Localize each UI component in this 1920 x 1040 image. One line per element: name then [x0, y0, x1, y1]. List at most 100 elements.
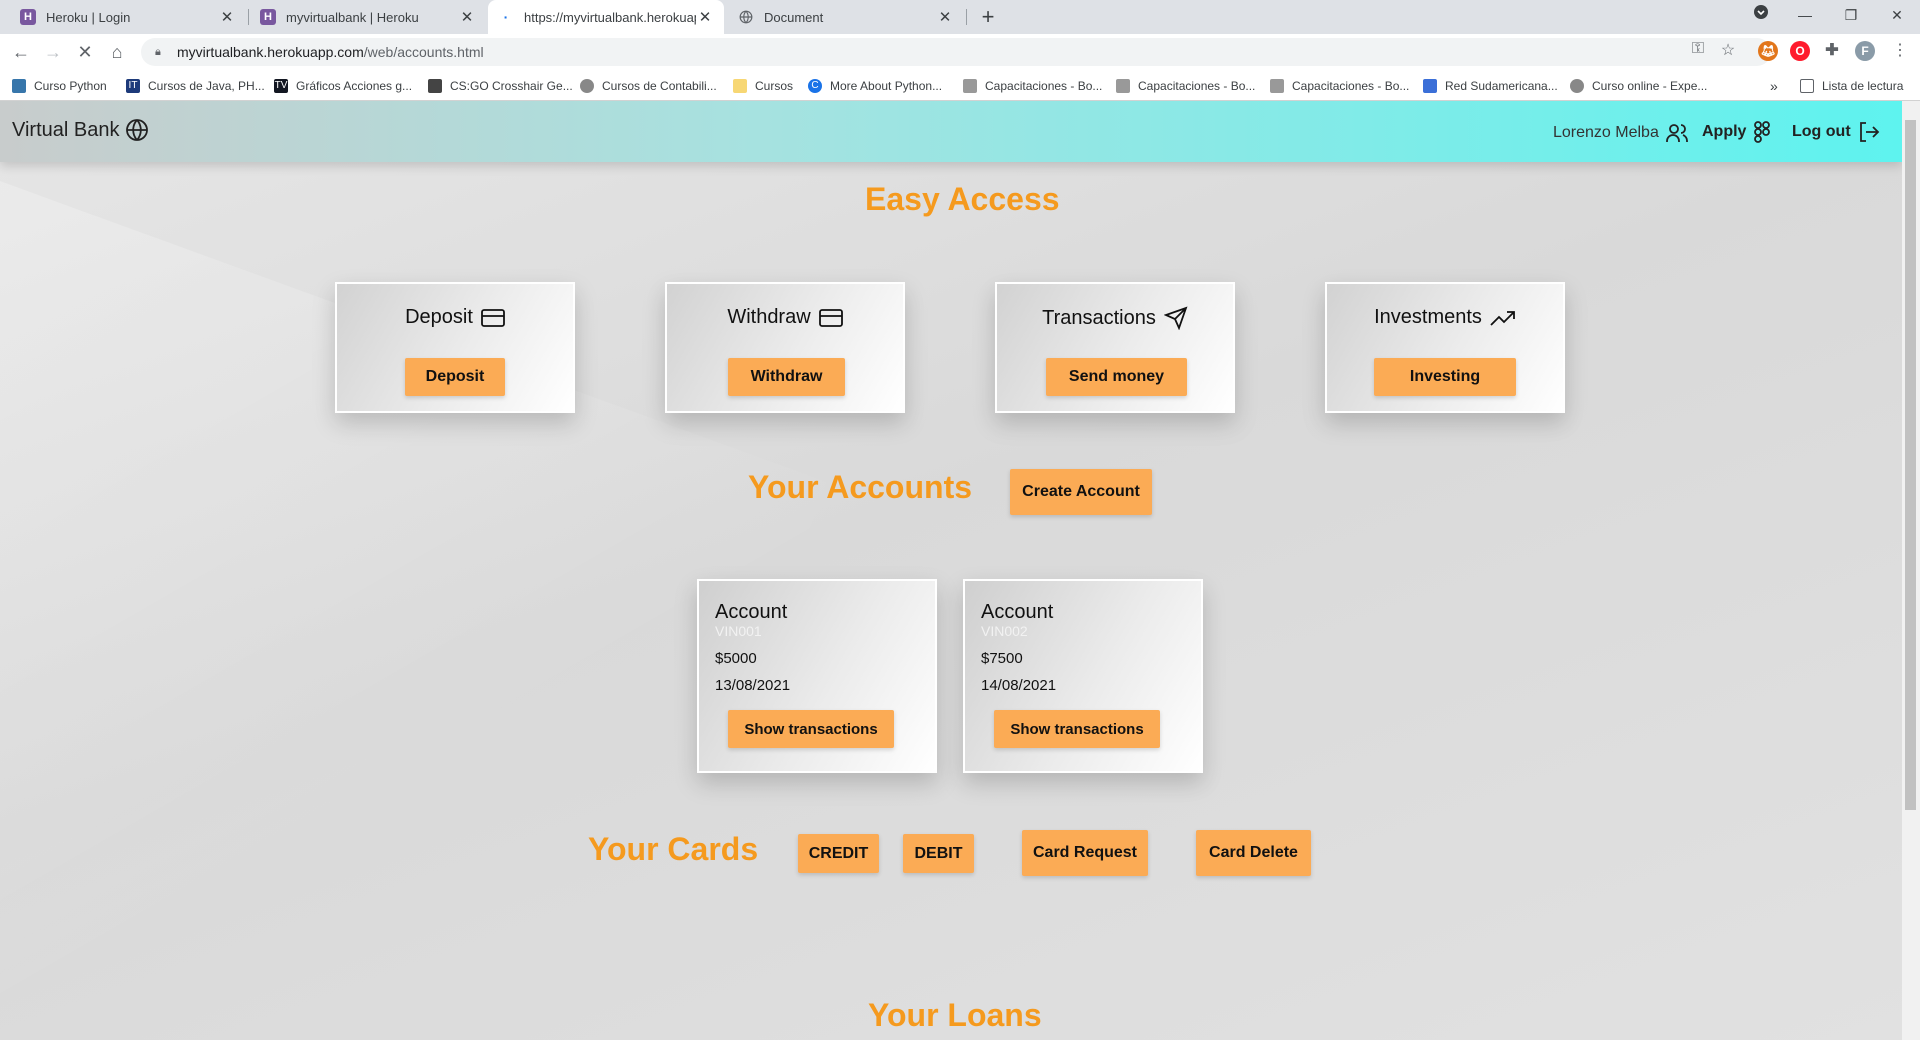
send-icon — [1163, 306, 1188, 330]
card-title-text: Investments — [1374, 306, 1482, 328]
tab-active-app[interactable]: · https://myvirtualbank.herokuapp ✕ — [488, 0, 724, 34]
bookmark-item[interactable]: Cursos de Contabili... — [580, 76, 717, 96]
brand[interactable]: Virtual Bank — [12, 118, 149, 142]
credit-button[interactable]: CREDIT — [798, 834, 879, 873]
menu-kebab-icon[interactable]: ⋮ — [1888, 40, 1912, 60]
tab-document[interactable]: Document ✕ — [728, 0, 964, 34]
bookmark-item[interactable]: Curso online - Expe... — [1570, 76, 1707, 96]
browser-window: H Heroku | Login ✕ H myvirtualbank | Her… — [0, 0, 1920, 1040]
web-page: Virtual Bank Lorenzo Melba Apply Log out… — [0, 101, 1902, 1040]
window-close-icon[interactable]: ✕ — [1874, 0, 1920, 30]
debit-button[interactable]: DEBIT — [903, 834, 974, 873]
bookmark-label: Capacitaciones - Bo... — [985, 79, 1103, 93]
more-bookmarks-chevron-icon[interactable]: » — [1770, 76, 1778, 96]
account-balance: $5000 — [715, 650, 757, 667]
account-card: Account VIN002 $7500 14/08/2021 Show tra… — [963, 579, 1203, 773]
url-host: myvirtualbank.herokuapp.com — [177, 44, 364, 60]
bookmark-item[interactable]: Capacitaciones - Bo... — [1270, 76, 1409, 96]
bookmark-label: Gráficos Acciones g... — [296, 79, 413, 93]
tab-heroku-login[interactable]: H Heroku | Login ✕ — [10, 0, 246, 34]
easy-access-title: Easy Access — [865, 181, 1060, 217]
card-title: Deposit — [337, 306, 573, 329]
account-balance: $7500 — [981, 650, 1023, 667]
bookmark-label: Capacitaciones - Bo... — [1292, 79, 1410, 93]
bank-building-icon — [1270, 79, 1284, 93]
extensions-puzzle-icon[interactable]: ✚ — [1822, 41, 1842, 61]
show-transactions-button[interactable]: Show transactions — [994, 710, 1160, 748]
bookmark-item[interactable]: Curso Python — [12, 76, 107, 96]
scrollbar-thumb[interactable] — [1905, 120, 1916, 810]
card-request-button[interactable]: Card Request — [1022, 830, 1148, 876]
new-tab-plus-icon[interactable]: + — [976, 4, 1000, 30]
tradingview-icon: TV — [274, 79, 288, 93]
bank-building-icon — [963, 79, 977, 93]
withdraw-card: Withdraw Withdraw — [665, 282, 905, 413]
tab-search-icon[interactable] — [1738, 0, 1784, 30]
stop-icon[interactable]: ✕ — [74, 41, 96, 63]
crosshair-icon — [428, 79, 442, 93]
back-icon[interactable]: ← — [10, 41, 32, 63]
bookmark-label: Cursos — [755, 79, 794, 93]
bookmark-folder[interactable]: Cursos — [733, 76, 793, 96]
account-card: Account VIN001 $5000 13/08/2021 Show tra… — [697, 579, 937, 773]
key-icon[interactable]: ⚿ — [1686, 40, 1710, 58]
url-path: /web/accounts.html — [363, 44, 484, 60]
card-title-text: Deposit — [405, 306, 473, 328]
python-icon — [12, 79, 26, 93]
bookmarks-bar: Curso Python IT Cursos de Java, PH... TV G… — [0, 70, 1920, 101]
network-icon — [1423, 79, 1437, 93]
create-account-button[interactable]: Create Account — [1010, 469, 1152, 515]
bookmark-label: Capacitaciones - Bo... — [1138, 79, 1256, 93]
logout-label: Log out — [1792, 123, 1851, 140]
close-icon[interactable]: ✕ — [458, 8, 476, 26]
show-transactions-button[interactable]: Show transactions — [728, 710, 894, 748]
minimize-icon[interactable]: — — [1782, 0, 1828, 30]
nav-user[interactable]: Lorenzo Melba — [1553, 121, 1689, 145]
restore-icon[interactable]: ❐ — [1828, 0, 1874, 30]
metamask-icon[interactable]: 🦊︎ — [1758, 41, 1778, 61]
loans-title: Your Loans — [868, 997, 1042, 1033]
bookmark-item[interactable]: TV Gráficos Acciones g... — [274, 76, 412, 96]
bookmark-item[interactable]: Red Sudamericana... — [1423, 76, 1558, 96]
investments-card: Investments Investing — [1325, 282, 1565, 413]
card-delete-button[interactable]: Card Delete — [1196, 830, 1311, 876]
bookmark-item[interactable]: C More About Python... — [808, 76, 942, 96]
logout-link[interactable]: Log out — [1792, 120, 1881, 144]
bookmark-item[interactable]: CS:GO Crosshair Ge... — [428, 76, 573, 96]
forward-icon[interactable]: → — [42, 41, 64, 63]
tab-myvirtualbank-heroku[interactable]: H myvirtualbank | Heroku ✕ — [250, 0, 486, 34]
avatar[interactable]: F — [1855, 41, 1875, 61]
apply-link[interactable]: Apply — [1702, 120, 1772, 144]
close-icon[interactable]: ✕ — [218, 8, 236, 26]
card-title: Transactions — [997, 306, 1233, 330]
investing-button[interactable]: Investing — [1374, 358, 1516, 396]
star-icon[interactable]: ☆ — [1716, 40, 1740, 60]
bookmark-item[interactable]: Capacitaciones - Bo... — [963, 76, 1102, 96]
close-icon[interactable]: ✕ — [936, 8, 954, 26]
users-icon — [1665, 124, 1688, 142]
withdraw-button[interactable]: Withdraw — [728, 358, 845, 396]
opera-icon[interactable]: O — [1790, 41, 1810, 61]
bookmark-item[interactable]: Capacitaciones - Bo... — [1116, 76, 1255, 96]
globe-icon — [126, 119, 149, 141]
tab-title: Heroku | Login — [46, 9, 131, 25]
card-title-text: Withdraw — [727, 306, 811, 328]
cards-title: Your Cards — [588, 831, 759, 867]
app-navbar: Virtual Bank Lorenzo Melba Apply Log out — [0, 101, 1902, 162]
logout-icon — [1859, 122, 1879, 142]
account-number: VIN002 — [981, 623, 1028, 639]
home-icon[interactable]: ⌂ — [106, 41, 128, 63]
bookmark-item[interactable]: IT Cursos de Java, PH... — [126, 76, 265, 96]
apply-label: Apply — [1702, 123, 1747, 140]
user-name: Lorenzo Melba — [1553, 124, 1659, 141]
address-bar[interactable]: 🔒︎ myvirtualbank.herokuapp.com/web/accou… — [141, 38, 1771, 66]
brand-name: Virtual Bank — [12, 118, 120, 141]
close-icon[interactable]: ✕ — [696, 8, 714, 26]
transactions-card: Transactions Send money — [995, 282, 1235, 413]
lock-icon: 🔒︎ — [155, 46, 161, 58]
reading-list-label: Lista de lectura — [1822, 79, 1904, 93]
reading-list[interactable]: Lista de lectura — [1800, 76, 1903, 96]
card-title: Investments — [1327, 306, 1563, 329]
deposit-button[interactable]: Deposit — [405, 358, 505, 396]
send-money-button[interactable]: Send money — [1046, 358, 1187, 396]
